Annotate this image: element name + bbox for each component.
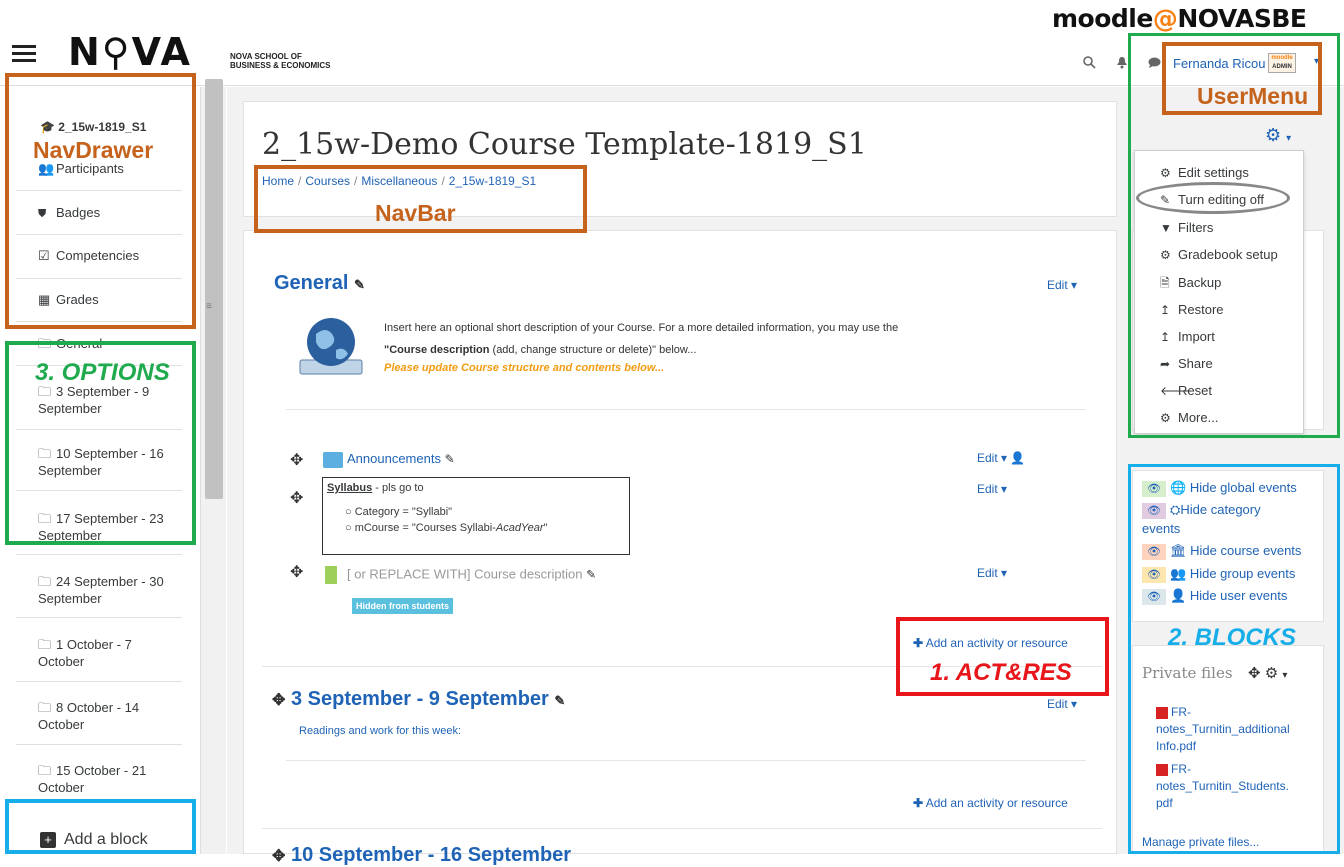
pencil-icon[interactable]: ✎ — [445, 452, 455, 466]
drawer-item-week4[interactable]: 🗀 24 September - 30 September — [38, 573, 168, 607]
add-activity-button-week1[interactable]: ✚ Add an activity or resource — [913, 796, 1068, 810]
annotation-actres-label: 1. ACT&RES — [930, 659, 1072, 686]
annotation-blocks-label: 2. BLOCKS — [1168, 624, 1297, 651]
section-week1-summary: Readings and work for this week: — [299, 725, 462, 737]
plus-icon: ✚ — [913, 796, 924, 810]
section-week1-title[interactable]: ✥ 3 September - 9 September ✎ — [272, 688, 565, 711]
move-icon[interactable]: ✥ — [290, 450, 303, 470]
drawer-item-week7[interactable]: 🗀 15 October - 21 October — [38, 762, 168, 796]
bell-icon[interactable] — [1116, 56, 1128, 72]
folder-icon: 🗀 — [38, 637, 52, 652]
course-description-edit-menu[interactable]: Edit ▾ — [977, 566, 1007, 580]
folder-icon: 🗀 — [38, 700, 52, 715]
globe-book-image — [298, 312, 364, 378]
drawer-item-week5[interactable]: 🗀 1 October - 7 October — [38, 636, 168, 670]
syllabus-edit-menu[interactable]: Edit ▾ — [977, 482, 1007, 496]
activity-announcements[interactable]: Announcements ✎ — [323, 451, 455, 468]
move-icon[interactable]: ✥ — [290, 562, 303, 582]
move-icon[interactable]: ✥ — [290, 488, 303, 508]
resize-handle-icon[interactable]: ≡ — [206, 301, 212, 312]
annotation-addblock-box — [5, 799, 196, 854]
search-icon[interactable] — [1083, 56, 1096, 72]
logo-subtitle: NOVA SCHOOL OF BUSINESS & ECONOMICS — [230, 52, 331, 70]
page-title: 2_15w-Demo Course Template-1819_S1 — [262, 127, 867, 162]
book-icon — [325, 566, 337, 584]
course-intro-update-note: Please update Course structure and conte… — [384, 362, 665, 374]
annotation-navdrawer-box — [5, 73, 196, 329]
folder-icon: 🗀 — [38, 763, 52, 778]
course-intro-line1: Insert here an optional short descriptio… — [384, 322, 899, 334]
annotation-blocks-box — [1128, 464, 1340, 854]
hidden-from-students-badge: Hidden from students — [352, 598, 454, 614]
activity-course-description[interactable]: [ or REPLACE WITH] Course description ✎ — [325, 566, 596, 584]
annotation-settings-box — [1128, 33, 1340, 438]
activity-syllabus-label: Syllabus - pls go to ○ Category = "Sylla… — [322, 477, 630, 555]
forum-icon — [323, 451, 343, 468]
annotation-options-label: 3. OPTIONS — [35, 359, 170, 386]
pencil-icon[interactable]: ✎ — [354, 277, 365, 292]
moodle-brand-logo: moodle@NOVASBE — [1052, 4, 1307, 33]
nova-logo[interactable]: N⚲VA — [68, 30, 192, 74]
scrollbar-thumb[interactable] — [205, 79, 223, 499]
section-general-title[interactable]: General ✎ — [274, 272, 365, 295]
course-intro-line2: "Course description (add, change structu… — [384, 344, 697, 356]
annotation-navdrawer-label: NavDrawer — [33, 137, 154, 163]
announcements-edit-menu[interactable]: Edit ▾ 👤 — [977, 451, 1025, 465]
move-icon[interactable]: ✥ — [272, 692, 285, 709]
hamburger-menu-icon[interactable] — [12, 45, 36, 63]
pencil-icon[interactable]: ✎ — [554, 693, 565, 708]
user-icon[interactable]: 👤 — [1010, 451, 1025, 465]
pencil-icon[interactable]: ✎ — [586, 567, 596, 581]
section-general-edit-menu[interactable]: Edit ▾ — [1047, 278, 1077, 292]
drawer-scrollbar[interactable]: ▲ ≡ — [200, 79, 226, 854]
drawer-item-week6[interactable]: 🗀 8 October - 14 October — [38, 699, 168, 733]
move-icon[interactable]: ✥ — [272, 848, 285, 865]
folder-icon: 🗀 — [38, 574, 52, 589]
section-week2-title[interactable]: ✥ 10 September - 16 September — [272, 844, 571, 867]
annotation-navbar-label: NavBar — [375, 200, 456, 226]
section-week1-edit-menu[interactable]: Edit ▾ — [1047, 697, 1077, 711]
